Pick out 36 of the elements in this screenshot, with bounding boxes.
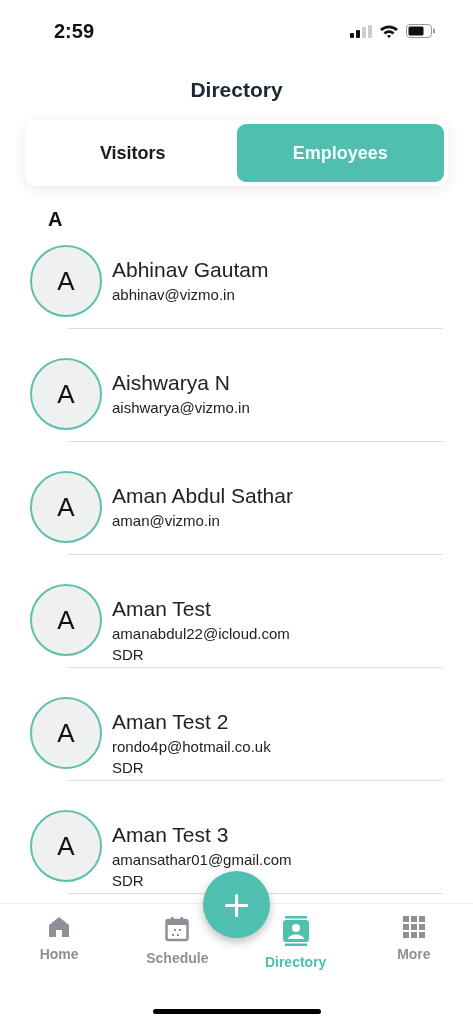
- employee-role: SDR: [112, 645, 145, 665]
- nav-item[interactable]: Home: [0, 904, 119, 990]
- avatar: A: [30, 358, 102, 430]
- employee-email: abhinav@vizmo.in: [112, 285, 236, 305]
- home-icon: [48, 916, 71, 938]
- battery-icon: [406, 24, 435, 38]
- tab[interactable]: Employees: [236, 124, 444, 182]
- employee-name: Aman Test 2: [112, 709, 230, 735]
- employee-email: amanabdul22@icloud.com: [112, 624, 290, 644]
- tab[interactable]: Visitors: [29, 124, 237, 182]
- employee-email: aman@vizmo.in: [112, 511, 221, 531]
- avatar: A: [30, 584, 102, 656]
- status-time: 2:59: [54, 19, 95, 43]
- avatar: A: [30, 810, 102, 882]
- nav-item[interactable]: More: [354, 904, 473, 990]
- page-title: Directory: [189, 78, 284, 102]
- add-button[interactable]: +: [203, 871, 270, 938]
- employee-email: amansathar01@gmail.com: [112, 850, 292, 870]
- wifi-icon: [379, 23, 399, 39]
- contact-card-icon: [282, 916, 309, 946]
- employee-email: rondo4p@hotmail.co.uk: [112, 737, 271, 757]
- avatar: A: [30, 697, 102, 769]
- employee-name: Aishwarya N: [112, 370, 231, 396]
- employee-name: Aman Test: [112, 596, 212, 622]
- avatar: A: [30, 471, 102, 543]
- employee-email: aishwarya@vizmo.in: [112, 398, 250, 418]
- employee-role: SDR: [112, 758, 145, 778]
- employee-name: Aman Test 3: [112, 822, 230, 848]
- avatar: A: [30, 245, 102, 317]
- section-letter: A: [48, 208, 64, 231]
- employee-name: Abhinav Gautam: [112, 257, 269, 283]
- grid-icon: [402, 916, 425, 938]
- signal-icon: [350, 24, 372, 38]
- calendar-icon: [165, 916, 190, 942]
- employee-name: Aman Abdul Sathar: [112, 483, 293, 509]
- employee-role: SDR: [112, 871, 145, 891]
